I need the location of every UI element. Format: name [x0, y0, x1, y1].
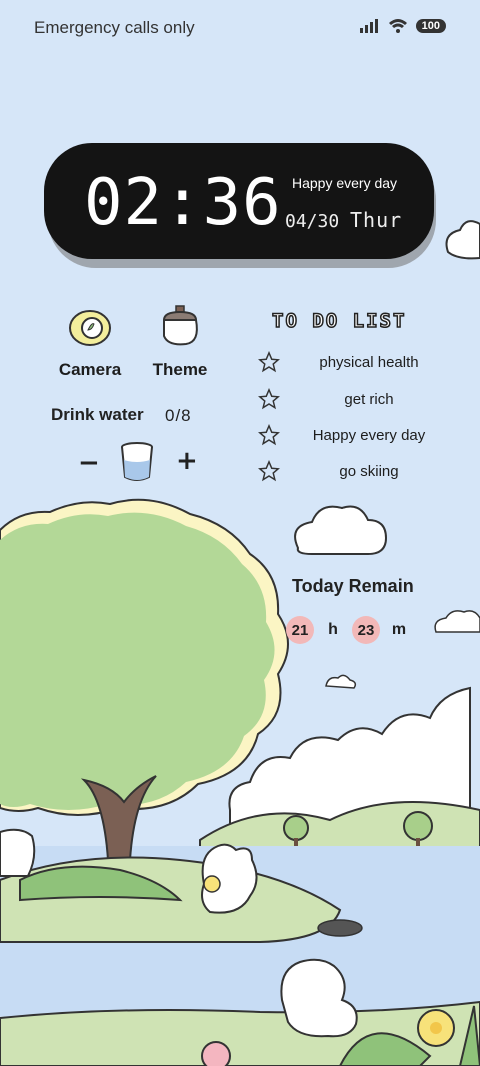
- theme-icon: [162, 305, 198, 346]
- todo-item[interactable]: get rich: [258, 388, 458, 410]
- water-glass-icon: [121, 442, 153, 481]
- todo-title: TO DO LIST: [271, 309, 407, 333]
- todo-item-label: physical health: [319, 353, 419, 371]
- drink-minus-button[interactable]: −: [78, 448, 100, 478]
- todo-item-label: go skiing: [339, 462, 399, 480]
- drink-water-label: Drink water: [51, 405, 144, 424]
- carrier-status: Emergency calls only: [34, 18, 195, 37]
- clock-date: 04/30: [285, 211, 340, 232]
- star-icon[interactable]: [258, 388, 280, 410]
- remain-hours-unit: h: [328, 621, 338, 638]
- cloud-middle: [294, 505, 388, 555]
- camera-label: Camera: [58, 360, 122, 379]
- star-icon[interactable]: [258, 351, 280, 373]
- drink-plus-button[interactable]: +: [176, 446, 198, 476]
- clock-motto: Happy every day: [292, 175, 398, 191]
- todo-item-label: get rich: [344, 390, 394, 408]
- status-icons: 100: [359, 18, 446, 34]
- remain-minutes-unit: m: [391, 621, 407, 638]
- camera-icon: [69, 310, 111, 346]
- wifi-icon: [388, 19, 407, 33]
- bunny-left: [0, 828, 36, 877]
- cloud-right-mid: [434, 610, 480, 633]
- todo-item[interactable]: physical health: [258, 351, 458, 373]
- todo-item[interactable]: go skiing: [258, 460, 458, 482]
- cloud-small-right: [445, 220, 480, 260]
- today-remain-countdown: 21 h 23 m: [286, 616, 408, 644]
- remain-minutes: 23: [352, 616, 380, 644]
- today-remain-title: Today Remain: [292, 576, 414, 596]
- cloud-tiny: [325, 674, 357, 689]
- star-icon[interactable]: [258, 460, 280, 482]
- star-icon[interactable]: [258, 424, 280, 446]
- drink-water-count: 0/8: [165, 406, 192, 425]
- signal-icon: [359, 19, 378, 33]
- clock-day: Thur: [350, 208, 403, 232]
- todo-item[interactable]: Happy every day: [258, 424, 458, 446]
- remain-hours: 21: [286, 616, 314, 644]
- camera-shortcut[interactable]: Camera: [52, 306, 128, 380]
- battery-indicator: 100: [415, 19, 446, 33]
- theme-shortcut[interactable]: Theme: [142, 302, 218, 380]
- todo-item-label: Happy every day: [312, 426, 426, 444]
- theme-label: Theme: [152, 360, 208, 379]
- clock-time: 02:36: [84, 166, 282, 240]
